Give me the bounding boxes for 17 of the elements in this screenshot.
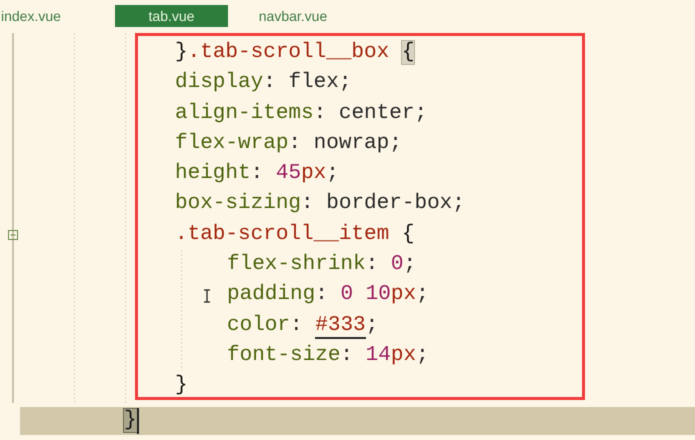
code-line: align-items: center; xyxy=(175,100,428,127)
file-tab[interactable]: index.vue xyxy=(1,5,81,27)
code-line: padding: 0 10px; xyxy=(227,282,429,308)
code-line: color: #333; xyxy=(227,312,378,341)
file-tab[interactable]: tab.vue xyxy=(115,5,228,27)
fold-icon[interactable] xyxy=(8,230,18,240)
code-line: flex-wrap: nowrap; xyxy=(175,130,402,157)
code-line: flex-shrink: 0; xyxy=(227,252,416,278)
code-line: display: flex; xyxy=(175,70,352,96)
code-line: .tab-scroll__item { xyxy=(175,222,414,248)
code-line: font-size: 14px; xyxy=(227,342,429,369)
code-line: }.tab-scroll__box { xyxy=(175,40,414,66)
code-line: height: 45px; xyxy=(175,161,339,188)
code-line: } xyxy=(175,373,188,400)
text-caret xyxy=(136,408,139,434)
code-line: box-sizing: border-box; xyxy=(175,191,465,218)
file-tab[interactable]: navbar.vue xyxy=(228,5,358,27)
